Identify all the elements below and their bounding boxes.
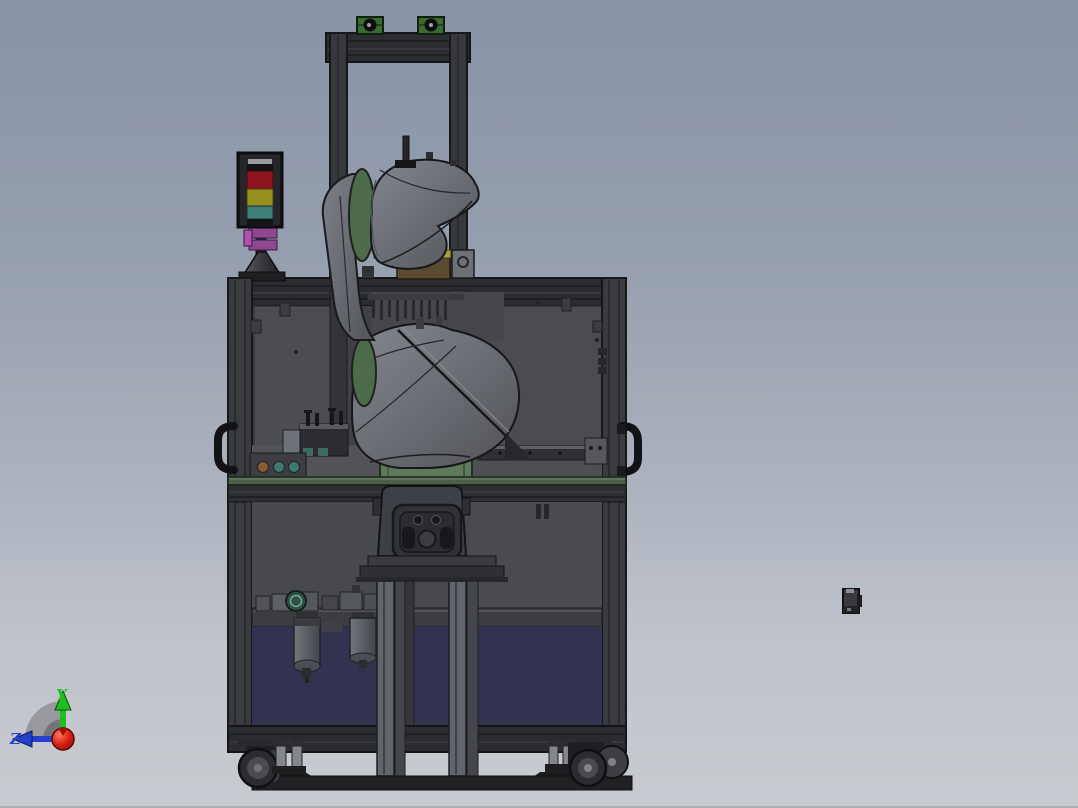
fastener [498, 451, 502, 455]
small-clamp [362, 266, 374, 278]
bowl-cap [294, 618, 320, 626]
rod-knob [395, 160, 416, 168]
pressure-gauge [285, 590, 307, 612]
bowl-nub [305, 678, 309, 683]
frl-block [339, 591, 363, 611]
tower-light-red [246, 170, 274, 190]
hinge-mark [544, 504, 549, 519]
cad-3d-viewport[interactable]: Y Z [0, 0, 1078, 808]
hinge-tab [598, 358, 607, 365]
eye-pin [429, 23, 433, 27]
handle-mount [617, 466, 625, 476]
stand-leg-right [448, 577, 467, 777]
frl-knob [352, 585, 360, 593]
stand-plate-lip [356, 577, 508, 582]
part-tab [857, 595, 862, 607]
floating-part[interactable] [842, 588, 862, 614]
foot-pad [272, 766, 290, 774]
tower-clamp-upper [248, 227, 278, 239]
eye-pin [367, 23, 371, 27]
joint-ring-lower [351, 337, 377, 407]
hinge-tab [598, 367, 607, 374]
foot-post [275, 745, 287, 769]
wheel-hub [584, 764, 592, 772]
handle-mount [617, 424, 625, 434]
tower-clamp-lower [248, 239, 278, 251]
end-block [584, 437, 608, 465]
tower-light-teal [246, 205, 274, 220]
stand-leg-back [394, 579, 406, 777]
view-orientation-triad[interactable]: Y Z [9, 686, 75, 751]
part-dot [847, 608, 851, 611]
connector-round [431, 515, 441, 525]
y-axis-label: Y [56, 686, 68, 704]
z-axis-label: Z [9, 730, 22, 748]
hinge-mark [536, 504, 541, 519]
pedestal-clip [461, 497, 471, 516]
fastener [536, 301, 540, 305]
filter-bowl-right[interactable] [349, 612, 377, 668]
stand-leg-back [466, 579, 479, 777]
panel-bracket [279, 302, 291, 317]
port-teal [273, 461, 285, 473]
foot-post [291, 745, 303, 769]
foot-pad [288, 766, 306, 774]
fastener [528, 451, 532, 455]
tower-cap [247, 164, 273, 171]
fastener [589, 446, 593, 450]
frl-block [321, 595, 339, 611]
fastener [595, 338, 599, 342]
signal-tower[interactable] [236, 151, 286, 282]
stand-plate-mid [359, 565, 505, 579]
frl-block [255, 595, 271, 612]
tool-rod [402, 135, 410, 165]
wheel-hub [608, 758, 616, 766]
connector-slot [402, 527, 415, 549]
fastener [294, 350, 298, 354]
bowl-drain [302, 668, 311, 678]
tool-rack-rail [368, 294, 464, 300]
under-bracket [322, 622, 342, 632]
panel-bracket [250, 319, 262, 334]
port-teal [288, 461, 300, 473]
sensor-bracket[interactable] [451, 249, 475, 279]
connector-round [413, 515, 423, 525]
part-notch [846, 589, 854, 593]
table-green-strip [227, 476, 627, 486]
stand-plate-top [367, 555, 497, 568]
connector-slot [440, 527, 453, 549]
fastener [558, 451, 562, 455]
housing-bump [450, 160, 456, 166]
fastener [598, 446, 602, 450]
pedestal-clip [372, 497, 382, 516]
hinge-tab [598, 348, 607, 355]
wheel-hub [254, 764, 262, 772]
panel-bracket [561, 297, 572, 312]
lifting-eye-block-left[interactable] [356, 16, 384, 35]
tower-base-ring [247, 219, 273, 227]
fitting-teal [318, 448, 328, 456]
tower-light-amber [246, 188, 274, 207]
housing-bump [426, 152, 433, 159]
housing-nub [436, 316, 442, 325]
port-brass [257, 461, 269, 473]
stand-leg-left [376, 577, 395, 777]
tower-cone-base [242, 251, 282, 275]
bowl-drain [359, 660, 367, 668]
connector-center [417, 529, 437, 549]
bowl-body [349, 617, 377, 659]
panel-bracket [592, 320, 603, 333]
housing-nub [416, 318, 424, 329]
tower-clamp-knob [243, 229, 253, 247]
tower-cap-top [248, 159, 272, 164]
foot-post [548, 745, 559, 767]
lifting-eye-block-right[interactable] [417, 16, 445, 35]
